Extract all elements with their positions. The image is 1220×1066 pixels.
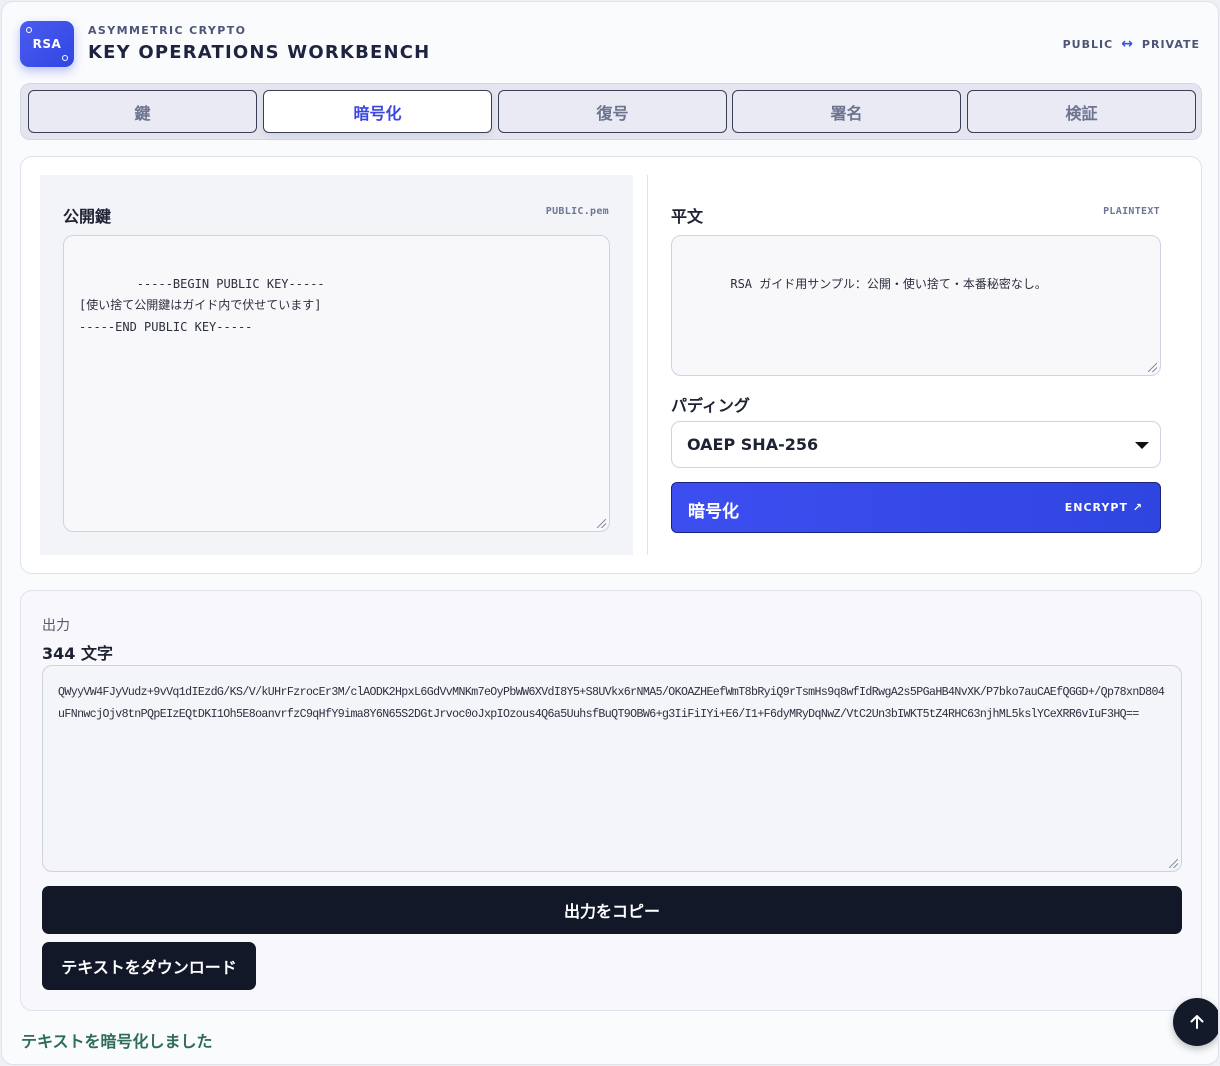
output-panel: 出力 344 文字 QWyyVW4FJyVudz+9vVq1dIEzdG/KS/… xyxy=(20,590,1202,1011)
output-label: 出力 xyxy=(42,618,70,634)
app-eyebrow: ASYMMETRIC CRYPTO xyxy=(88,24,247,37)
output-textarea[interactable]: QWyyVW4FJyVudz+9vVq1dIEzdG/KS/V/kUHrFzro… xyxy=(42,665,1182,872)
app-title: KEY OPERATIONS WORKBENCH xyxy=(88,42,431,63)
chevron-down-icon xyxy=(1135,442,1149,449)
header: RSA ASYMMETRIC CRYPTO KEY OPERATIONS WOR… xyxy=(20,20,1200,68)
encrypt-panel: 公開鍵 PUBLIC.pem -----BEGIN PUBLIC KEY----… xyxy=(20,156,1202,574)
encrypt-button-sublabel: ENCRYPT ↗ xyxy=(1064,501,1143,514)
app-window: RSA ASYMMETRIC CRYPTO KEY OPERATIONS WOR… xyxy=(1,1,1219,1065)
key-direction-indicator: PUBLIC ↔ PRIVATE xyxy=(1063,36,1200,52)
rsa-logo: RSA xyxy=(20,21,74,67)
resize-grip-icon[interactable] xyxy=(597,519,606,528)
download-text-button[interactable]: テキストをダウンロード xyxy=(42,942,256,990)
public-key-label: 公開鍵 xyxy=(63,207,112,226)
tab-encrypt[interactable]: 暗号化 xyxy=(263,90,492,133)
output-char-count: 344 文字 xyxy=(42,644,113,663)
encrypt-button-label: 暗号化 xyxy=(688,502,739,522)
plaintext-value: RSA ガイド用サンプル：公開・使い捨て・本番秘密なし。 xyxy=(730,276,1047,291)
logo-text: RSA xyxy=(32,37,62,51)
padding-value: OAEP SHA-256 xyxy=(687,435,819,454)
copy-output-button[interactable]: 出力をコピー xyxy=(42,886,1182,934)
tab-sign[interactable]: 署名 xyxy=(732,90,961,133)
public-key-tag: PUBLIC.pem xyxy=(545,206,609,217)
plaintext-tag: PLAINTEXT xyxy=(1103,206,1160,217)
tab-decrypt[interactable]: 復号 xyxy=(498,90,727,133)
public-key-value: -----BEGIN PUBLIC KEY----- [使い捨て公開鍵はガイド内… xyxy=(79,276,325,334)
public-label: PUBLIC xyxy=(1062,37,1114,51)
plaintext-input[interactable]: RSA ガイド用サンプル：公開・使い捨て・本番秘密なし。 xyxy=(671,235,1161,376)
output-value: QWyyVW4FJyVudz+9vVq1dIEzdG/KS/V/kUHrFzro… xyxy=(58,686,1165,721)
plaintext-label: 平文 xyxy=(671,207,704,226)
status-message: テキストを暗号化しました xyxy=(21,1032,213,1051)
public-key-input[interactable]: -----BEGIN PUBLIC KEY----- [使い捨て公開鍵はガイド内… xyxy=(63,235,610,532)
private-label: PRIVATE xyxy=(1141,37,1200,51)
operation-tabs: 鍵 暗号化 復号 署名 検証 xyxy=(20,83,1202,140)
tab-key[interactable]: 鍵 xyxy=(28,90,257,133)
logo-dot-icon xyxy=(26,27,32,33)
tab-verify[interactable]: 検証 xyxy=(967,90,1196,133)
arrow-up-icon xyxy=(1190,1015,1204,1029)
public-key-section: 公開鍵 PUBLIC.pem -----BEGIN PUBLIC KEY----… xyxy=(40,175,633,555)
scroll-to-top-button[interactable] xyxy=(1173,998,1218,1046)
padding-label: パディング xyxy=(671,396,750,415)
column-divider xyxy=(647,175,648,555)
logo-dot-icon xyxy=(62,55,68,61)
padding-select[interactable]: OAEP SHA-256 xyxy=(671,421,1161,468)
bidirectional-arrow-icon: ↔ xyxy=(1121,36,1134,52)
resize-grip-icon[interactable] xyxy=(1169,859,1178,868)
resize-grip-icon[interactable] xyxy=(1148,363,1157,372)
encrypt-button[interactable]: 暗号化 ENCRYPT ↗ xyxy=(671,482,1161,533)
